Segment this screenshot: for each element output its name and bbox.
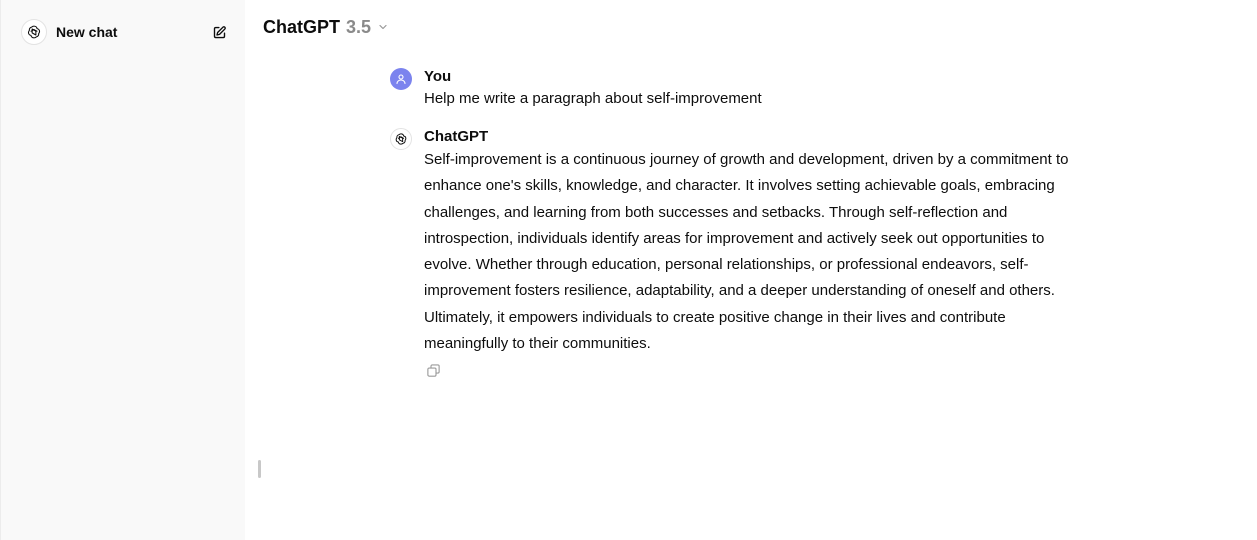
user-message: You Help me write a paragraph about self… [390,67,1090,111]
chevron-down-icon [377,21,389,33]
model-name: ChatGPT [263,16,341,37]
user-message-body: You Help me write a paragraph about self… [424,67,1090,111]
openai-logo-icon [21,19,47,45]
assistant-message-body: ChatGPT Self-improvement is a continuous… [424,127,1090,379]
new-chat-button[interactable]: New chat [13,14,237,50]
app-window: New chat ChatGPT 3.5 You Help me write a… [0,0,1257,540]
sidebar-resize-handle[interactable] [258,460,261,478]
sidebar: New chat [0,0,245,540]
message-author: ChatGPT [424,128,489,145]
chat-main: ChatGPT 3.5 You Help me write a paragrap… [245,0,1257,540]
new-chat-edit-icon[interactable] [209,22,229,42]
message-text: Self-improvement is a continuous journey… [424,151,1069,353]
model-selector[interactable]: ChatGPT 3.5 [263,14,389,40]
new-chat-label: New chat [56,24,118,40]
message-text: Help me write a paragraph about self-imp… [424,90,762,107]
message-author: You [424,68,452,85]
assistant-message: ChatGPT Self-improvement is a continuous… [390,127,1090,379]
model-version: 3.5 [346,16,372,37]
user-icon [390,68,412,90]
copy-icon[interactable] [424,361,442,379]
openai-logo-icon [390,128,412,150]
